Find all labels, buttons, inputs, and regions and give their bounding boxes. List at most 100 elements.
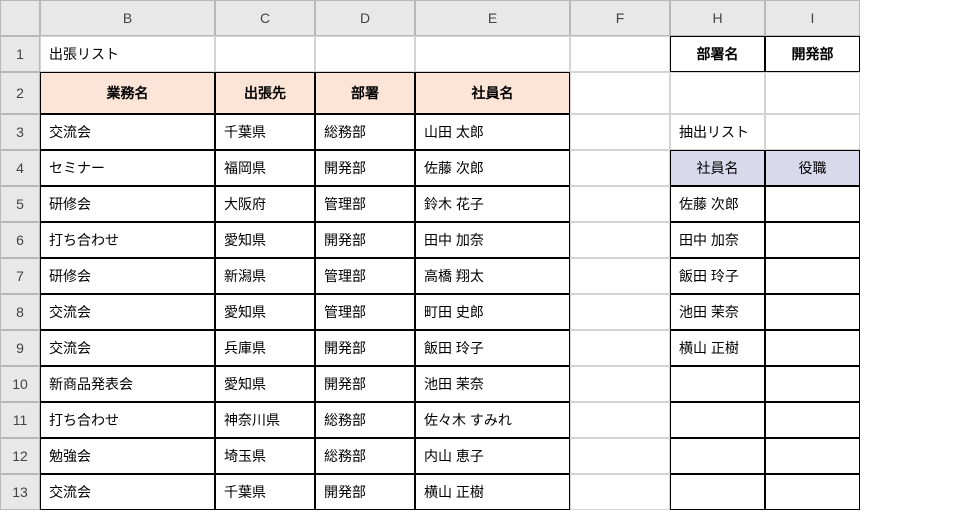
cell-c13[interactable]: 千葉県 bbox=[215, 474, 315, 510]
cell-h9[interactable]: 横山 正樹 bbox=[670, 330, 765, 366]
row-header-10[interactable]: 10 bbox=[0, 366, 40, 402]
cell-c1[interactable] bbox=[215, 36, 315, 72]
extract-title[interactable]: 抽出リスト bbox=[670, 114, 765, 150]
row-header-3[interactable]: 3 bbox=[0, 114, 40, 150]
cell-i8[interactable] bbox=[765, 294, 860, 330]
cell-i12[interactable] bbox=[765, 438, 860, 474]
cell-e3[interactable]: 山田 太郎 bbox=[415, 114, 570, 150]
cell-c8[interactable]: 愛知県 bbox=[215, 294, 315, 330]
cell-d7[interactable]: 管理部 bbox=[315, 258, 415, 294]
cell-c5[interactable]: 大阪府 bbox=[215, 186, 315, 222]
col-header-i[interactable]: I bbox=[765, 0, 860, 36]
row-header-4[interactable]: 4 bbox=[0, 150, 40, 186]
cell-h12[interactable] bbox=[670, 438, 765, 474]
cell-e8[interactable]: 町田 史郎 bbox=[415, 294, 570, 330]
cell-e1[interactable] bbox=[415, 36, 570, 72]
cell-d3[interactable]: 総務部 bbox=[315, 114, 415, 150]
row-header-12[interactable]: 12 bbox=[0, 438, 40, 474]
cell-e13[interactable]: 横山 正樹 bbox=[415, 474, 570, 510]
cell-c6[interactable]: 愛知県 bbox=[215, 222, 315, 258]
cell-h8[interactable]: 池田 茉奈 bbox=[670, 294, 765, 330]
cell-d13[interactable]: 開発部 bbox=[315, 474, 415, 510]
cell-c10[interactable]: 愛知県 bbox=[215, 366, 315, 402]
cell-f3[interactable] bbox=[570, 114, 670, 150]
cell-c11[interactable]: 神奈川県 bbox=[215, 402, 315, 438]
cell-f8[interactable] bbox=[570, 294, 670, 330]
row-header-8[interactable]: 8 bbox=[0, 294, 40, 330]
filter-label[interactable]: 部署名 bbox=[670, 36, 765, 72]
cell-f4[interactable] bbox=[570, 150, 670, 186]
cell-f2[interactable] bbox=[570, 72, 670, 114]
main-header-d[interactable]: 部署 bbox=[315, 72, 415, 114]
main-header-e[interactable]: 社員名 bbox=[415, 72, 570, 114]
cell-i11[interactable] bbox=[765, 402, 860, 438]
cell-f1[interactable] bbox=[570, 36, 670, 72]
col-header-e[interactable]: E bbox=[415, 0, 570, 36]
cell-e9[interactable]: 飯田 玲子 bbox=[415, 330, 570, 366]
cell-d11[interactable]: 総務部 bbox=[315, 402, 415, 438]
cell-b8[interactable]: 交流会 bbox=[40, 294, 215, 330]
cell-d12[interactable]: 総務部 bbox=[315, 438, 415, 474]
cell-e11[interactable]: 佐々木 すみれ bbox=[415, 402, 570, 438]
col-header-b[interactable]: B bbox=[40, 0, 215, 36]
row-header-5[interactable]: 5 bbox=[0, 186, 40, 222]
cell-f12[interactable] bbox=[570, 438, 670, 474]
cell-e7[interactable]: 高橋 翔太 bbox=[415, 258, 570, 294]
main-header-c[interactable]: 出張先 bbox=[215, 72, 315, 114]
col-header-h[interactable]: H bbox=[670, 0, 765, 36]
cell-f13[interactable] bbox=[570, 474, 670, 510]
cell-c4[interactable]: 福岡県 bbox=[215, 150, 315, 186]
cell-h5[interactable]: 佐藤 次郎 bbox=[670, 186, 765, 222]
row-header-7[interactable]: 7 bbox=[0, 258, 40, 294]
col-header-d[interactable]: D bbox=[315, 0, 415, 36]
filter-value[interactable]: 開発部 bbox=[765, 36, 860, 72]
cell-d10[interactable]: 開発部 bbox=[315, 366, 415, 402]
cell-i7[interactable] bbox=[765, 258, 860, 294]
cell-i6[interactable] bbox=[765, 222, 860, 258]
cell-b3[interactable]: 交流会 bbox=[40, 114, 215, 150]
cell-h10[interactable] bbox=[670, 366, 765, 402]
cell-e6[interactable]: 田中 加奈 bbox=[415, 222, 570, 258]
col-header-f[interactable]: F bbox=[570, 0, 670, 36]
cell-c12[interactable]: 埼玉県 bbox=[215, 438, 315, 474]
cell-h13[interactable] bbox=[670, 474, 765, 510]
cell-i2[interactable] bbox=[765, 72, 860, 114]
cell-e4[interactable]: 佐藤 次郎 bbox=[415, 150, 570, 186]
cell-b4[interactable]: セミナー bbox=[40, 150, 215, 186]
cell-e5[interactable]: 鈴木 花子 bbox=[415, 186, 570, 222]
row-header-9[interactable]: 9 bbox=[0, 330, 40, 366]
main-header-b[interactable]: 業務名 bbox=[40, 72, 215, 114]
cell-h7[interactable]: 飯田 玲子 bbox=[670, 258, 765, 294]
cell-b5[interactable]: 研修会 bbox=[40, 186, 215, 222]
col-header-c[interactable]: C bbox=[215, 0, 315, 36]
cell-d8[interactable]: 管理部 bbox=[315, 294, 415, 330]
cell-e10[interactable]: 池田 茉奈 bbox=[415, 366, 570, 402]
cell-c3[interactable]: 千葉県 bbox=[215, 114, 315, 150]
cell-i3[interactable] bbox=[765, 114, 860, 150]
cell-h6[interactable]: 田中 加奈 bbox=[670, 222, 765, 258]
cell-b9[interactable]: 交流会 bbox=[40, 330, 215, 366]
row-header-6[interactable]: 6 bbox=[0, 222, 40, 258]
cell-b6[interactable]: 打ち合わせ bbox=[40, 222, 215, 258]
cell-i9[interactable] bbox=[765, 330, 860, 366]
cell-i5[interactable] bbox=[765, 186, 860, 222]
cell-b13[interactable]: 交流会 bbox=[40, 474, 215, 510]
cell-b12[interactable]: 勉強会 bbox=[40, 438, 215, 474]
cell-d6[interactable]: 開発部 bbox=[315, 222, 415, 258]
cell-h11[interactable] bbox=[670, 402, 765, 438]
cell-b11[interactable]: 打ち合わせ bbox=[40, 402, 215, 438]
cell-c7[interactable]: 新潟県 bbox=[215, 258, 315, 294]
extract-header-h[interactable]: 社員名 bbox=[670, 150, 765, 186]
cell-f11[interactable] bbox=[570, 402, 670, 438]
row-header-13[interactable]: 13 bbox=[0, 474, 40, 510]
cell-f5[interactable] bbox=[570, 186, 670, 222]
cell-d4[interactable]: 開発部 bbox=[315, 150, 415, 186]
row-header-11[interactable]: 11 bbox=[0, 402, 40, 438]
cell-d9[interactable]: 開発部 bbox=[315, 330, 415, 366]
cell-f7[interactable] bbox=[570, 258, 670, 294]
cell-e12[interactable]: 内山 恵子 bbox=[415, 438, 570, 474]
cell-f10[interactable] bbox=[570, 366, 670, 402]
cell-d5[interactable]: 管理部 bbox=[315, 186, 415, 222]
cell-b10[interactable]: 新商品発表会 bbox=[40, 366, 215, 402]
cell-f6[interactable] bbox=[570, 222, 670, 258]
